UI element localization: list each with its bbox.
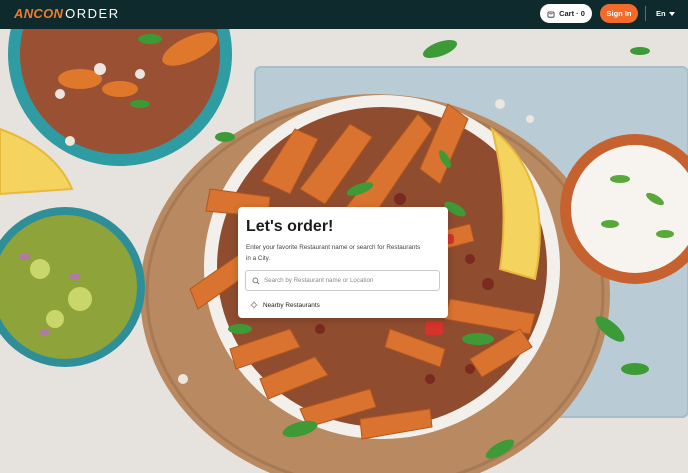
location-icon bbox=[250, 301, 258, 309]
chevron-down-icon bbox=[668, 11, 675, 16]
cart-button[interactable]: Cart · 0 bbox=[540, 4, 592, 23]
language-label: En bbox=[656, 9, 666, 18]
language-selector[interactable]: En bbox=[656, 9, 675, 18]
search-card: Let's order! Enter your favorite Restaur… bbox=[238, 207, 448, 318]
app-logo[interactable]: ANCON ORDER bbox=[14, 6, 120, 21]
top-navbar: ANCON ORDER Cart · 0 Sign In En bbox=[0, 0, 688, 29]
cart-label: Cart · 0 bbox=[559, 9, 585, 18]
logo-brand-text: ANCON bbox=[14, 6, 64, 21]
nearby-restaurants-button[interactable]: Nearby Restaurants bbox=[250, 301, 320, 309]
card-title: Let's order! bbox=[246, 218, 334, 235]
cart-icon bbox=[547, 11, 555, 18]
card-subtitle: Enter your favorite Restaurant name or s… bbox=[246, 244, 421, 262]
header-divider bbox=[645, 6, 646, 21]
sign-in-button[interactable]: Sign In bbox=[600, 4, 638, 23]
logo-word-text: ORDER bbox=[65, 6, 120, 21]
nearby-label: Nearby Restaurants bbox=[263, 301, 320, 309]
search-input[interactable] bbox=[264, 277, 434, 284]
search-icon bbox=[252, 277, 260, 284]
search-box[interactable] bbox=[245, 270, 440, 291]
